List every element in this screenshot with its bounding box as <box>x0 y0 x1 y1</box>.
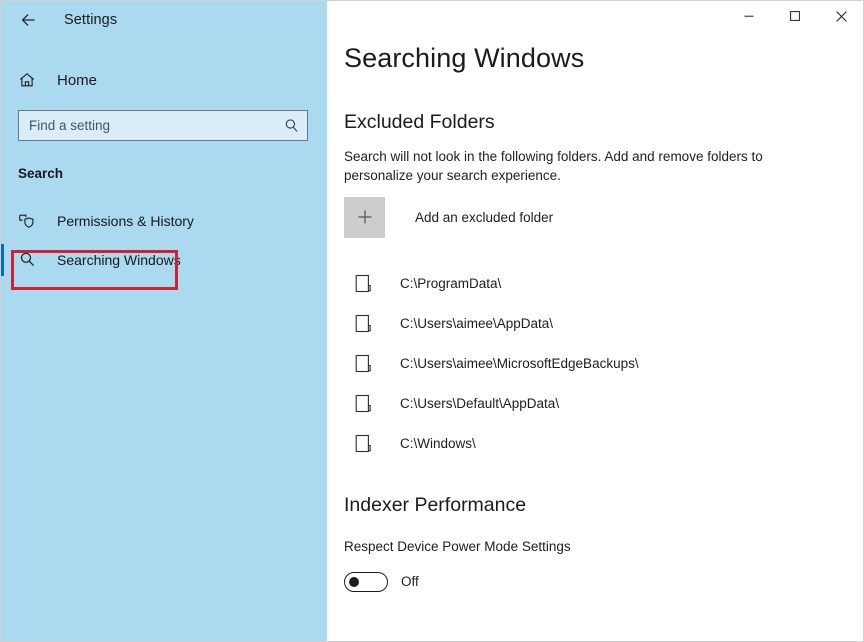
sidebar-section-label: Search <box>18 166 327 181</box>
toggle-state-label: Off <box>401 574 419 589</box>
excluded-folders-description: Search will not look in the following fo… <box>344 147 804 186</box>
toggle-knob <box>349 577 359 587</box>
sidebar-item-home[interactable]: Home <box>0 63 327 97</box>
folder-icon <box>354 273 373 295</box>
excluded-folders-list: C:\ProgramData\ C:\Users\aimee\AppData\ <box>344 264 864 464</box>
sidebar-item-home-label: Home <box>57 72 97 89</box>
folder-icon <box>354 353 373 375</box>
folder-path: C:\Windows\ <box>400 436 476 451</box>
respect-power-mode-label: Respect Device Power Mode Settings <box>344 539 864 554</box>
section-heading-excluded-folders: Excluded Folders <box>344 111 864 134</box>
content-scroll-area: Searching Windows Excluded Folders Searc… <box>327 0 864 592</box>
sidebar-titlebar: Settings <box>0 0 327 40</box>
sidebar-item-permissions-history[interactable]: Permissions & History <box>0 201 327 240</box>
folder-list-item[interactable]: C:\Users\aimee\MicrosoftEdgeBackups\ <box>344 344 864 384</box>
window-title: Settings <box>64 12 117 28</box>
clipped-text-remnant <box>344 77 864 93</box>
back-arrow-icon[interactable] <box>14 5 44 35</box>
folder-list-item[interactable]: C:\Windows\ <box>344 424 864 464</box>
home-icon <box>17 70 37 90</box>
folder-path: C:\Users\Default\AppData\ <box>400 396 559 411</box>
section-heading-indexer-performance: Indexer Performance <box>344 494 864 517</box>
add-excluded-folder-row[interactable]: Add an excluded folder <box>344 197 864 238</box>
folder-list-item[interactable]: C:\Users\aimee\AppData\ <box>344 304 864 344</box>
sidebar-nav: Permissions & History Searching Windows <box>0 201 327 279</box>
folder-list-item[interactable]: C:\ProgramData\ <box>344 264 864 304</box>
folder-list-item[interactable]: C:\Users\Default\AppData\ <box>344 384 864 424</box>
search-input[interactable] <box>19 111 307 140</box>
respect-power-mode-toggle-row[interactable]: Off <box>344 572 864 592</box>
search-icon <box>283 118 299 134</box>
search-box[interactable] <box>18 110 308 141</box>
folder-icon <box>354 433 373 455</box>
sidebar: Settings Home Search <box>0 0 327 642</box>
plus-icon[interactable] <box>344 197 385 238</box>
sidebar-item-searching-windows[interactable]: Searching Windows <box>0 240 327 279</box>
maximize-icon[interactable] <box>772 0 818 32</box>
folder-path: C:\Users\aimee\AppData\ <box>400 316 553 331</box>
close-icon[interactable] <box>818 0 864 32</box>
folder-icon <box>354 393 373 415</box>
window-controls <box>726 0 864 32</box>
toggle-switch[interactable] <box>344 572 388 592</box>
page-title: Searching Windows <box>344 44 864 74</box>
main-content-panel: Searching Windows Excluded Folders Searc… <box>327 0 864 642</box>
settings-window: Settings Home Search <box>0 0 864 642</box>
folder-path: C:\ProgramData\ <box>400 276 501 291</box>
sidebar-item-permissions-history-label: Permissions & History <box>57 213 194 229</box>
folder-path: C:\Users\aimee\MicrosoftEdgeBackups\ <box>400 356 639 371</box>
shield-permissions-icon <box>17 211 37 231</box>
minimize-icon[interactable] <box>726 0 772 32</box>
magnifier-icon <box>17 250 37 270</box>
add-excluded-folder-label: Add an excluded folder <box>415 210 553 225</box>
sidebar-item-searching-windows-label: Searching Windows <box>57 252 181 268</box>
folder-icon <box>354 313 373 335</box>
